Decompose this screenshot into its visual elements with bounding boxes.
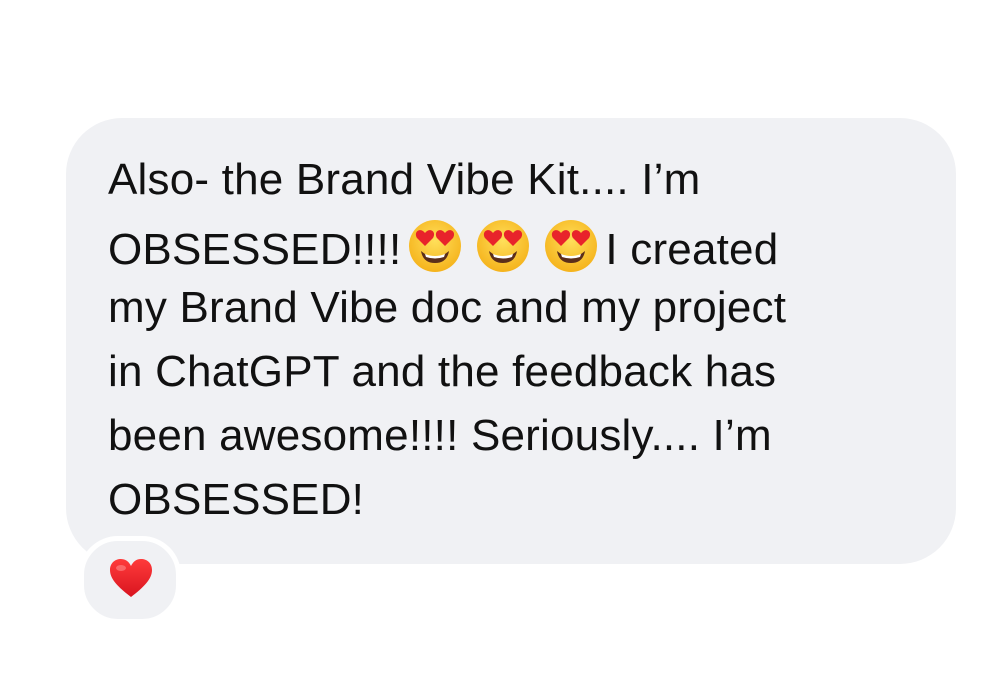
message-text-segment: OBSESSED!!!! <box>108 225 402 274</box>
message-text-line: OBSESSED! <box>108 475 365 524</box>
message-text-line: OBSESSED!!!! I created <box>108 218 778 276</box>
message-text-line: been awesome!!!! Seriously.... I’m <box>108 411 772 460</box>
message-text-line: my Brand Vibe doc and my project <box>108 283 787 332</box>
heart-eyes-emoji-icon <box>407 218 463 274</box>
message-text-line: in ChatGPT and the feedback has <box>108 347 777 396</box>
heart-eyes-emoji-icon <box>543 218 599 274</box>
message-text-line: Also- the Brand Vibe Kit.... I’m <box>108 155 701 204</box>
reaction-badge[interactable] <box>79 536 181 624</box>
red-heart-icon <box>108 557 154 604</box>
message-text-segment: I created <box>605 225 779 274</box>
heart-eyes-emoji-icon <box>475 218 531 274</box>
